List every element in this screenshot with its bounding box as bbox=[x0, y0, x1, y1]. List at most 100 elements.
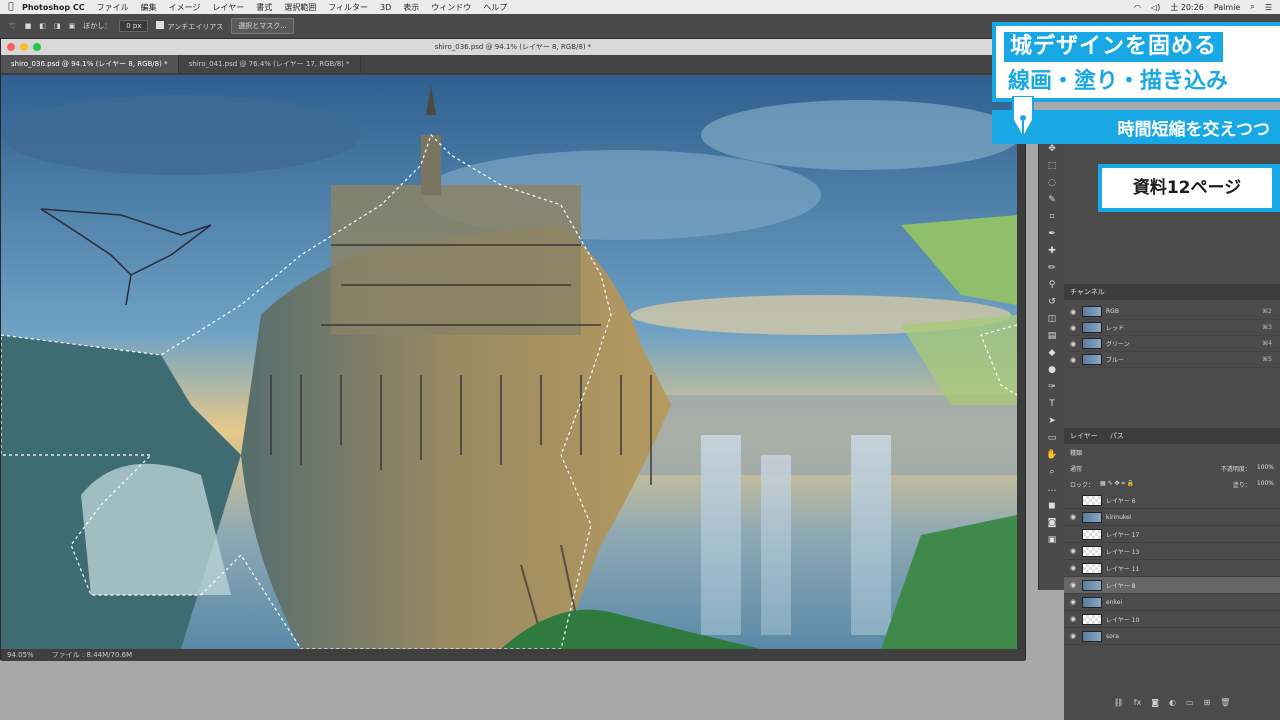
pen-tool-icon[interactable]: ✑ bbox=[1039, 378, 1065, 395]
layer-name: sora bbox=[1106, 632, 1119, 640]
layer-kind-select[interactable]: 種類 bbox=[1070, 450, 1082, 457]
zoom-icon[interactable] bbox=[33, 43, 41, 51]
lasso-icon[interactable]: ➰ bbox=[8, 22, 17, 30]
quick-mask-icon[interactable]: ◙ bbox=[1039, 514, 1065, 531]
channel-row[interactable]: ◉ RGB ⌘2 bbox=[1064, 304, 1280, 320]
menu-help[interactable]: ヘルプ bbox=[483, 2, 507, 13]
menu-layer[interactable]: レイヤー bbox=[212, 2, 244, 13]
layer-row[interactable]: レイヤー 6 bbox=[1064, 492, 1280, 509]
trash-icon[interactable]: 🗑 bbox=[1220, 698, 1230, 712]
clock[interactable]: 土 20:26 bbox=[1170, 2, 1204, 13]
history-brush-tool-icon[interactable]: ↺ bbox=[1039, 293, 1065, 310]
screen-mode-icon[interactable]: ▣ bbox=[1039, 531, 1065, 548]
tab-paths[interactable]: パス bbox=[1110, 428, 1124, 444]
fx-icon[interactable]: fx bbox=[1134, 698, 1142, 712]
layer-row-selected[interactable]: ◉ レイヤー 8 bbox=[1064, 577, 1280, 594]
menu-3d[interactable]: 3D bbox=[380, 3, 391, 12]
eyedropper-tool-icon[interactable]: ✒ bbox=[1039, 225, 1065, 242]
fill-input[interactable]: 100% bbox=[1257, 480, 1274, 488]
menu-window[interactable]: ウィンドウ bbox=[431, 2, 471, 13]
eye-icon[interactable]: ◉ bbox=[1068, 581, 1078, 589]
rectangle-tool-icon[interactable]: ▭ bbox=[1039, 429, 1065, 446]
type-tool-icon[interactable]: T bbox=[1039, 395, 1065, 412]
layer-thumbnail bbox=[1082, 545, 1102, 557]
artwork-canvas[interactable] bbox=[1, 75, 1017, 649]
link-icon[interactable]: ⛓ bbox=[1114, 698, 1124, 712]
eye-icon[interactable]: ◉ bbox=[1068, 564, 1078, 572]
stamp-tool-icon[interactable]: ⚲ bbox=[1039, 276, 1065, 293]
blend-mode-select[interactable]: 通常 bbox=[1070, 464, 1082, 473]
zoom-tool-icon[interactable]: ⌕ bbox=[1039, 463, 1065, 480]
eye-icon[interactable]: ◉ bbox=[1068, 308, 1078, 316]
menu-select[interactable]: 選択範囲 bbox=[284, 2, 316, 13]
layer-row[interactable]: ◉ enkei bbox=[1064, 594, 1280, 611]
channels-panel-tab[interactable]: チャンネル bbox=[1064, 284, 1280, 300]
select-and-mask-button[interactable]: 選択とマスク... bbox=[231, 18, 294, 34]
eye-icon[interactable]: ◉ bbox=[1068, 324, 1078, 332]
mask-icon[interactable]: ◙ bbox=[1151, 698, 1159, 712]
selection-mode-subtract-icon[interactable]: ◨ bbox=[54, 22, 61, 30]
blur-tool-icon[interactable]: ◆ bbox=[1039, 344, 1065, 361]
eye-icon[interactable]: ◉ bbox=[1068, 547, 1078, 555]
eraser-tool-icon[interactable]: ◫ bbox=[1039, 310, 1065, 327]
color-swatch-icon[interactable]: ◼ bbox=[1039, 497, 1065, 514]
eye-icon[interactable]: ◉ bbox=[1068, 615, 1078, 623]
menu-view[interactable]: 表示 bbox=[403, 2, 419, 13]
eye-icon[interactable]: ◉ bbox=[1068, 513, 1078, 521]
zoom-level[interactable]: 94.05% bbox=[7, 651, 34, 659]
lock-icons[interactable]: ▦ ✎ ✥ ⌗ 🔒 bbox=[1100, 480, 1134, 488]
antialias-checkbox[interactable]: アンチエイリアス bbox=[156, 20, 223, 32]
channel-row[interactable]: ◉ グリーン ⌘4 bbox=[1064, 336, 1280, 352]
wifi-icon[interactable]: ◠ bbox=[1134, 3, 1141, 12]
user-name[interactable]: Palmie bbox=[1214, 3, 1241, 12]
layer-row[interactable]: レイヤー 17 bbox=[1064, 526, 1280, 543]
eye-icon[interactable]: ◉ bbox=[1068, 632, 1078, 640]
channel-row[interactable]: ◉ レッド ⌘3 bbox=[1064, 320, 1280, 336]
layer-row[interactable]: ◉ レイヤー 11 bbox=[1064, 560, 1280, 577]
brush-tool-icon[interactable]: ✏ bbox=[1039, 259, 1065, 276]
layer-row[interactable]: ◉ kirinukei bbox=[1064, 509, 1280, 526]
menu-filter[interactable]: フィルター bbox=[328, 2, 368, 13]
more-tools-icon[interactable]: … bbox=[1039, 480, 1065, 497]
healing-brush-tool-icon[interactable]: ✚ bbox=[1039, 242, 1065, 259]
selection-mode-add-icon[interactable]: ◧ bbox=[39, 22, 46, 30]
file-info[interactable]: ファイル : 8.44M/70.6M bbox=[52, 650, 132, 660]
gradient-tool-icon[interactable]: ▤ bbox=[1039, 327, 1065, 344]
opacity-input[interactable]: 100% bbox=[1257, 464, 1274, 472]
tab-shiro-041[interactable]: shiro_041.psd @ 76.4% (レイヤー 17, RGB/8) * bbox=[179, 55, 361, 73]
eye-icon[interactable]: ◉ bbox=[1068, 356, 1078, 364]
marquee-tool-icon[interactable]: ⬚ bbox=[1039, 157, 1065, 174]
layer-filter[interactable]: 種類 bbox=[1064, 444, 1280, 460]
folder-icon[interactable]: ▭ bbox=[1186, 698, 1194, 712]
quick-select-tool-icon[interactable]: ✎ bbox=[1039, 191, 1065, 208]
menu-file[interactable]: ファイル bbox=[97, 2, 129, 13]
new-layer-icon[interactable]: ⊞ bbox=[1204, 698, 1211, 712]
selection-mode-new-icon[interactable]: ■ bbox=[25, 22, 32, 30]
selection-mode-intersect-icon[interactable]: ▣ bbox=[69, 22, 76, 30]
list-icon[interactable]: ☰ bbox=[1265, 3, 1272, 12]
menu-image[interactable]: イメージ bbox=[169, 2, 201, 13]
layer-row[interactable]: ◉ sora bbox=[1064, 628, 1280, 645]
close-icon[interactable] bbox=[7, 43, 15, 51]
apple-icon[interactable]:  bbox=[0, 2, 22, 12]
path-select-tool-icon[interactable]: ➤ bbox=[1039, 412, 1065, 429]
hand-tool-icon[interactable]: ✋ bbox=[1039, 446, 1065, 463]
search-icon[interactable]: ⌕ bbox=[1250, 2, 1254, 12]
dodge-tool-icon[interactable]: ● bbox=[1039, 361, 1065, 378]
minimize-icon[interactable] bbox=[20, 43, 28, 51]
tab-shiro-036[interactable]: shiro_036.psd @ 94.1% (レイヤー 8, RGB/8) * bbox=[1, 55, 179, 73]
tab-layers[interactable]: レイヤー bbox=[1070, 428, 1098, 444]
eye-icon[interactable]: ◉ bbox=[1068, 340, 1078, 348]
eye-icon[interactable]: ◉ bbox=[1068, 598, 1078, 606]
adjustment-icon[interactable]: ◐ bbox=[1169, 698, 1176, 712]
volume-icon[interactable]: ◁) bbox=[1151, 3, 1160, 12]
menu-type[interactable]: 書式 bbox=[256, 2, 272, 13]
layer-row[interactable]: ◉ レイヤー 13 bbox=[1064, 543, 1280, 560]
crop-tool-icon[interactable]: ⌗ bbox=[1039, 208, 1065, 225]
feather-input[interactable]: 0 px bbox=[119, 20, 149, 32]
app-menu[interactable]: Photoshop CC bbox=[22, 3, 85, 12]
lasso-tool-icon[interactable]: ◌ bbox=[1039, 174, 1065, 191]
layer-row[interactable]: ◉ レイヤー 10 bbox=[1064, 611, 1280, 628]
menu-edit[interactable]: 編集 bbox=[141, 2, 157, 13]
channel-row[interactable]: ◉ ブルー ⌘5 bbox=[1064, 352, 1280, 368]
